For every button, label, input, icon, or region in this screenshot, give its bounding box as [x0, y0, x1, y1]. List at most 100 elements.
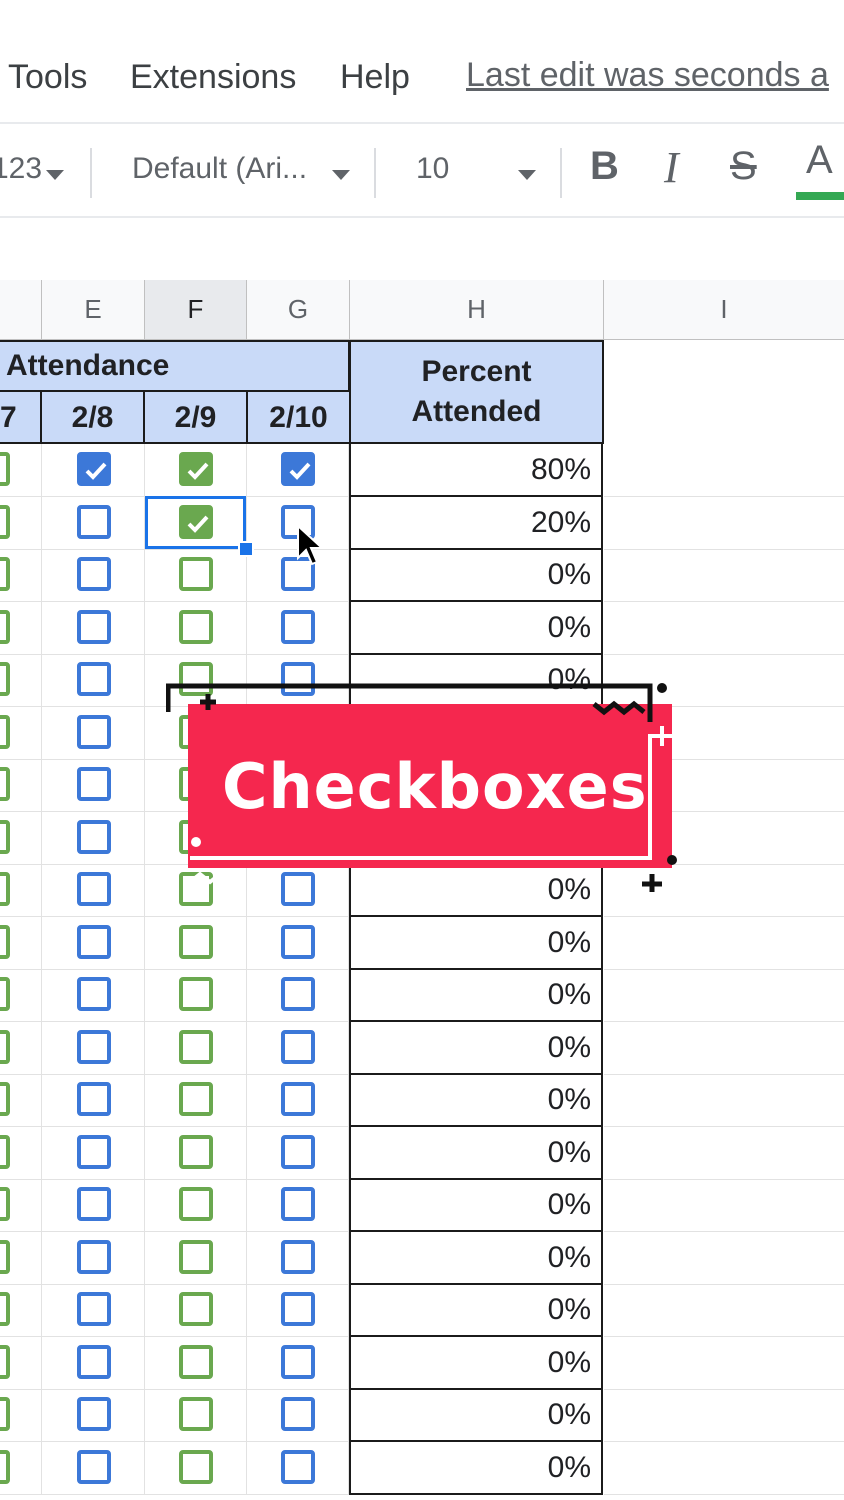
checkbox-unchecked[interactable] [0, 1397, 10, 1431]
checkbox-cell[interactable] [145, 1021, 247, 1075]
checkbox-cell[interactable] [145, 1126, 247, 1180]
column-header-f[interactable]: F [145, 280, 247, 340]
checkbox-cell[interactable] [145, 1441, 247, 1495]
font-family-caret-icon[interactable] [332, 170, 350, 180]
checkbox-unchecked[interactable] [0, 452, 10, 486]
bold-icon[interactable]: B [590, 144, 619, 189]
checkbox-cell[interactable] [247, 1126, 349, 1180]
checkbox-unchecked[interactable] [76, 557, 111, 591]
percent-attended-cell[interactable]: 0% [349, 1389, 603, 1442]
checkbox-unchecked[interactable] [281, 1292, 315, 1326]
checkbox-cell[interactable] [0, 601, 42, 655]
last-edit-link[interactable]: Last edit was seconds a [466, 56, 829, 95]
checkbox-cell[interactable] [145, 969, 247, 1022]
checkbox-checked[interactable] [76, 452, 111, 486]
checkbox-cell[interactable] [0, 706, 42, 760]
checkbox-cell[interactable] [42, 601, 145, 655]
empty-cell[interactable] [604, 602, 844, 655]
checkbox-unchecked[interactable] [281, 1344, 315, 1379]
percent-attended-cell[interactable]: 0% [349, 1179, 603, 1232]
percent-attended-cell[interactable]: 0% [349, 1336, 603, 1390]
percent-attended-header-cell[interactable]: Percent Attended [349, 340, 604, 444]
checkbox-unchecked[interactable] [0, 1187, 10, 1221]
font-family-dropdown[interactable]: Default (Ari... [132, 152, 307, 186]
percent-attended-cell[interactable]: 0% [349, 1284, 603, 1337]
checkbox-unchecked[interactable] [179, 1449, 213, 1484]
empty-cell[interactable] [604, 1337, 844, 1390]
checkbox-cell[interactable] [42, 1231, 145, 1285]
empty-cell[interactable] [604, 549, 844, 602]
checkbox-cell[interactable] [247, 1179, 349, 1232]
checkbox-checked[interactable] [281, 452, 315, 486]
percent-attended-cell[interactable]: 0% [349, 601, 603, 655]
checkbox-unchecked[interactable] [281, 1134, 315, 1169]
checkbox-cell[interactable] [145, 601, 247, 655]
checkbox-checked[interactable] [179, 452, 213, 486]
checkbox-cell[interactable] [247, 1074, 349, 1127]
empty-cell[interactable] [604, 969, 844, 1022]
fill-handle[interactable] [238, 541, 254, 557]
checkbox-cell[interactable] [0, 549, 42, 602]
checkbox-unchecked[interactable] [76, 1134, 111, 1169]
checkbox-cell[interactable] [247, 1231, 349, 1285]
checkbox-unchecked[interactable] [0, 609, 10, 644]
checkbox-unchecked[interactable] [179, 609, 213, 644]
checkbox-cell[interactable] [0, 1179, 42, 1232]
checkbox-unchecked[interactable] [0, 504, 10, 539]
checkbox-unchecked[interactable] [76, 1449, 111, 1484]
date-header-2-10[interactable]: 2/10 [246, 390, 351, 444]
checkbox-unchecked[interactable] [0, 977, 10, 1011]
checkbox-unchecked[interactable] [76, 1292, 111, 1326]
empty-cell[interactable] [604, 1074, 844, 1127]
percent-attended-cell[interactable]: 0% [349, 916, 603, 970]
checkbox-unchecked[interactable] [0, 714, 10, 749]
checkbox-unchecked[interactable] [281, 924, 315, 959]
attendance-header-cell[interactable]: Attendance [0, 340, 350, 392]
checkbox-unchecked[interactable] [76, 977, 111, 1011]
column-header-i[interactable]: I [604, 280, 844, 340]
checkbox-unchecked[interactable] [179, 1029, 213, 1064]
menu-help[interactable]: Help [340, 58, 410, 97]
checkbox-cell[interactable] [247, 444, 349, 497]
checkbox-cell[interactable] [145, 1074, 247, 1127]
checkbox-cell[interactable] [0, 969, 42, 1022]
empty-cell[interactable] [604, 1284, 844, 1337]
checkbox-unchecked[interactable] [179, 1344, 213, 1379]
checkbox-cell[interactable] [42, 1126, 145, 1180]
menu-tools[interactable]: Tools [8, 58, 87, 97]
percent-attended-cell[interactable]: 0% [349, 1126, 603, 1180]
number-format-caret-icon[interactable] [46, 170, 64, 180]
checkbox-unchecked[interactable] [76, 1187, 111, 1221]
checkbox-cell[interactable] [42, 549, 145, 602]
checkbox-cell[interactable] [42, 1336, 145, 1390]
column-header-h[interactable]: H [350, 280, 604, 340]
empty-cell[interactable] [604, 444, 844, 497]
checkbox-cell[interactable] [145, 549, 247, 602]
checkbox-cell[interactable] [247, 969, 349, 1022]
percent-attended-cell[interactable]: 80% [349, 444, 603, 497]
checkbox-cell[interactable] [42, 864, 145, 917]
checkbox-cell[interactable] [145, 1389, 247, 1442]
font-size-caret-icon[interactable] [518, 170, 536, 180]
empty-cell[interactable] [604, 497, 844, 550]
checkbox-cell[interactable] [42, 496, 145, 550]
checkbox-cell[interactable] [247, 1336, 349, 1390]
checkbox-cell[interactable] [42, 1389, 145, 1442]
checkbox-cell[interactable] [0, 864, 42, 917]
checkbox-unchecked[interactable] [0, 1029, 10, 1064]
checkbox-unchecked[interactable] [0, 767, 10, 801]
checkbox-unchecked[interactable] [76, 1397, 111, 1431]
checkbox-unchecked[interactable] [179, 1082, 213, 1116]
checkbox-cell[interactable] [0, 1021, 42, 1075]
empty-cell[interactable] [604, 1022, 844, 1075]
checkbox-cell[interactable] [247, 1021, 349, 1075]
checkbox-unchecked[interactable] [179, 1292, 213, 1326]
checkbox-cell[interactable] [145, 1179, 247, 1232]
percent-attended-cell[interactable]: 20% [349, 496, 603, 550]
italic-icon[interactable]: I [664, 142, 679, 193]
checkbox-cell[interactable] [0, 916, 42, 970]
menu-extensions[interactable]: Extensions [130, 58, 296, 97]
column-header-d[interactable] [0, 280, 42, 340]
checkbox-unchecked[interactable] [76, 767, 111, 801]
checkbox-unchecked[interactable] [0, 662, 10, 696]
